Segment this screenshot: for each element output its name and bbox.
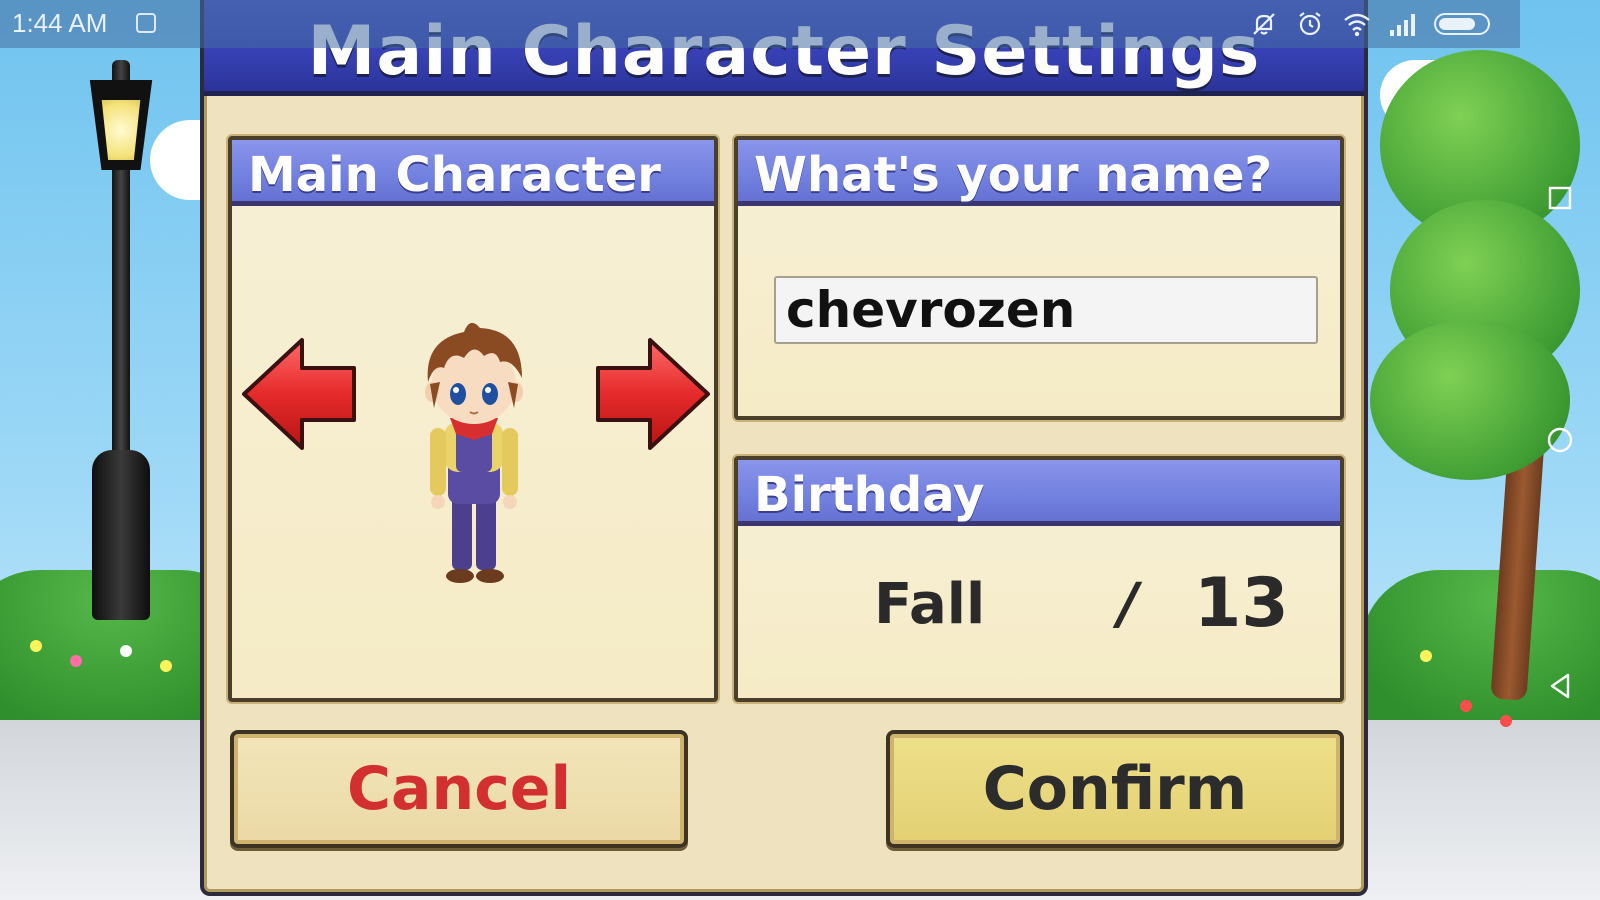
notification-icon [136, 13, 156, 33]
arrow-right-icon[interactable] [594, 336, 712, 452]
birthday-separator: / [1118, 572, 1139, 637]
status-bar: 1:44 AM [0, 0, 1520, 48]
settings-dialog: Main Character Settings Main Character W… [200, 0, 1368, 896]
flower [1500, 715, 1512, 727]
flower [30, 640, 42, 652]
flower [70, 655, 82, 667]
signal-icon [1388, 10, 1416, 38]
status-time: 1:44 AM [12, 8, 108, 38]
home-icon[interactable] [1542, 422, 1578, 458]
mute-icon [1250, 10, 1278, 38]
birthday-panel: Birthday Fall / 13 [734, 456, 1344, 702]
character-panel: Main Character [228, 136, 718, 702]
birthday-day[interactable]: 13 [1194, 564, 1289, 643]
confirm-button[interactable]: Confirm [886, 730, 1344, 848]
nav-bar [1520, 0, 1600, 900]
back-icon[interactable] [1542, 668, 1578, 704]
birthday-season[interactable]: Fall [874, 572, 985, 637]
status-icons [1250, 10, 1490, 38]
character-sprite [404, 312, 544, 592]
name-panel-header: What's your name? [738, 140, 1340, 206]
cancel-button[interactable]: Cancel [230, 730, 688, 848]
flower [1420, 650, 1432, 662]
alarm-icon [1296, 10, 1324, 38]
arrow-left-icon[interactable] [240, 336, 358, 452]
name-panel: What's your name? chevrozen [734, 136, 1344, 420]
flower [160, 660, 172, 672]
wifi-icon [1342, 10, 1370, 38]
flower [1460, 700, 1472, 712]
birthday-panel-header: Birthday [738, 460, 1340, 526]
recents-icon[interactable] [1542, 180, 1578, 216]
flower [120, 645, 132, 657]
battery-icon [1434, 13, 1490, 35]
name-input[interactable]: chevrozen [774, 276, 1318, 344]
lamp-base [92, 450, 150, 620]
character-panel-header: Main Character [232, 140, 714, 206]
